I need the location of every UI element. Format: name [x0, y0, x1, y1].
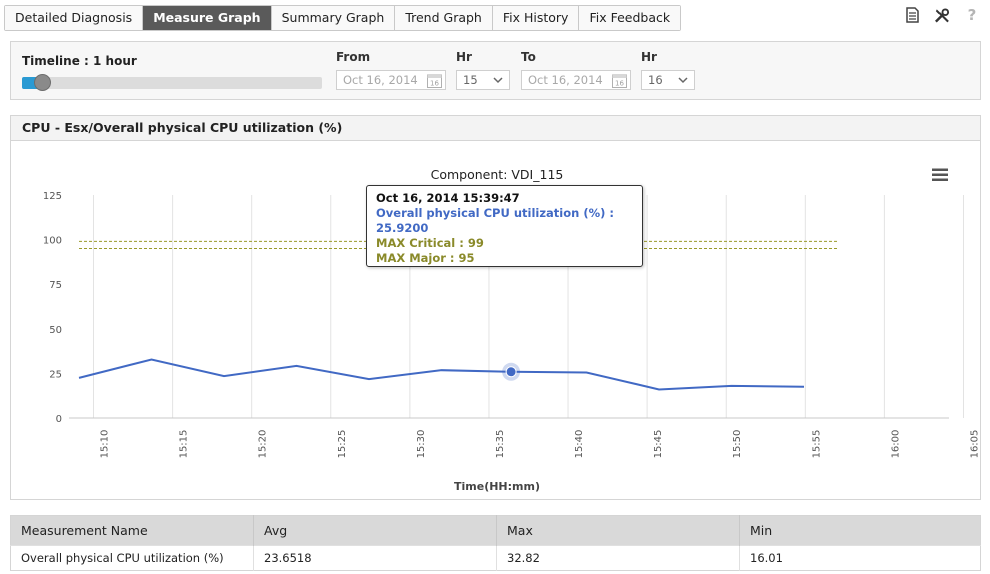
- column-header-measurement-name: Measurement Name: [10, 515, 254, 546]
- x-tick-label: 15:20: [258, 430, 269, 459]
- to-hr-label: Hr: [641, 50, 657, 64]
- chevron-down-icon: [493, 71, 503, 94]
- tooltip-series-value: Overall physical CPU utilization (%) : 2…: [376, 206, 614, 235]
- x-tick-label: 15:35: [495, 430, 506, 459]
- timeline-panel: Timeline : 1 hour From Oct 16, 2014 16 H…: [10, 41, 981, 100]
- x-tick-label: 15:50: [732, 430, 743, 459]
- x-tick-label: 15:25: [337, 430, 348, 459]
- from-hr-value: 15: [463, 73, 478, 87]
- y-tick-label: 125: [43, 191, 62, 202]
- tab-measure-graph[interactable]: Measure Graph: [143, 6, 272, 30]
- tooltip-date: Oct 16, 2014 15:39:47: [376, 191, 520, 205]
- tooltip-critical-threshold: MAX Critical : 99: [376, 236, 484, 250]
- measure-graph-panel: CPU - Esx/Overall physical CPU utilizati…: [10, 115, 981, 500]
- chart-tooltip: Oct 16, 2014 15:39:47 Overall physical C…: [366, 185, 643, 267]
- tools-icon[interactable]: [934, 6, 950, 24]
- y-tick-label: 100: [43, 236, 62, 247]
- timeline-slider-handle[interactable]: [34, 74, 51, 91]
- to-date-value: Oct 16, 2014: [528, 73, 603, 87]
- calendar-day: 16: [430, 80, 439, 88]
- column-header-min: Min: [739, 515, 981, 546]
- highlighted-data-point: [505, 366, 517, 378]
- to-label: To: [521, 50, 536, 64]
- cell-avg: 23.6518: [253, 545, 497, 571]
- table-header-row: Measurement Name Avg Max Min: [10, 515, 981, 546]
- calendar-day: 16: [615, 80, 624, 88]
- timeline-slider[interactable]: [22, 74, 322, 91]
- chevron-down-icon: [678, 71, 688, 94]
- graph-header: CPU - Esx/Overall physical CPU utilizati…: [11, 116, 980, 141]
- cell-min: 16.01: [739, 545, 981, 571]
- tab-fix-feedback[interactable]: Fix Feedback: [579, 6, 681, 30]
- y-tick-label: 25: [49, 369, 62, 380]
- tab-fix-history[interactable]: Fix History: [492, 6, 580, 30]
- from-date-value: Oct 16, 2014: [343, 73, 418, 87]
- x-tick-label: 15:55: [811, 430, 822, 459]
- y-tick-label: 50: [49, 325, 62, 336]
- toolbar-icons: ?: [904, 6, 980, 24]
- x-tick-label: 15:10: [100, 430, 111, 459]
- y-tick-label: 75: [49, 280, 62, 291]
- from-label: From: [336, 50, 371, 64]
- from-hr-label: Hr: [456, 50, 472, 64]
- to-date-input[interactable]: Oct 16, 2014 16: [521, 70, 631, 90]
- help-icon[interactable]: ?: [964, 6, 980, 24]
- tab-bar: Detailed Diagnosis Measure Graph Summary…: [4, 5, 682, 31]
- from-hr-select[interactable]: 15: [456, 70, 510, 90]
- to-hr-value: 16: [648, 73, 663, 87]
- x-tick-label: 16:00: [890, 430, 901, 459]
- x-tick-label: 16:05: [970, 430, 981, 459]
- table-row: Overall physical CPU utilization (%) 23.…: [10, 545, 981, 571]
- x-tick-label: 15:30: [416, 430, 427, 459]
- tab-summary-graph[interactable]: Summary Graph: [271, 6, 396, 30]
- series-line: [78, 358, 805, 391]
- tab-detailed-diagnosis[interactable]: Detailed Diagnosis: [5, 6, 144, 30]
- calendar-icon[interactable]: 16: [427, 73, 442, 93]
- x-tick-label: 15:45: [653, 430, 664, 459]
- x-tick-label: 15:40: [574, 430, 585, 459]
- document-icon[interactable]: [904, 6, 920, 24]
- measurement-summary-table: Measurement Name Avg Max Min Overall phy…: [10, 515, 981, 571]
- y-tick-label: 0: [56, 414, 62, 425]
- from-date-input[interactable]: Oct 16, 2014 16: [336, 70, 446, 90]
- column-header-avg: Avg: [253, 515, 497, 546]
- tab-trend-graph[interactable]: Trend Graph: [395, 6, 493, 30]
- to-hr-select[interactable]: 16: [641, 70, 695, 90]
- column-header-max: Max: [496, 515, 740, 546]
- cell-max: 32.82: [496, 545, 740, 571]
- chart-menu-icon[interactable]: [932, 168, 948, 182]
- x-tick-label: 15:15: [179, 430, 190, 459]
- tooltip-major-threshold: MAX Major : 95: [376, 251, 475, 265]
- chart-title: Component: VDI_115: [431, 167, 564, 182]
- timeline-label: Timeline : 1 hour: [22, 54, 137, 68]
- cell-measurement-name: Overall physical CPU utilization (%): [10, 545, 254, 571]
- calendar-icon[interactable]: 16: [612, 73, 627, 93]
- x-axis-title: Time(HH:mm): [454, 480, 540, 493]
